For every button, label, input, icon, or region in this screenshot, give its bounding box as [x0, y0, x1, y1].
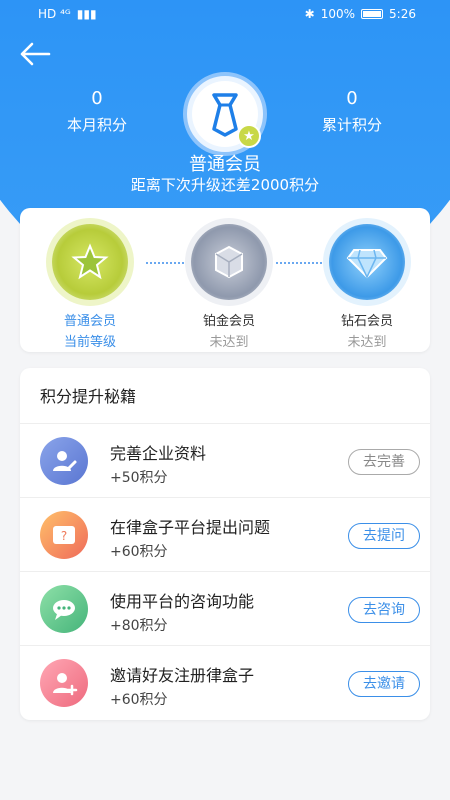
tasks-title: 积分提升秘籍 — [20, 368, 430, 424]
month-points-label: 本月积分 — [66, 116, 127, 134]
total-points-value: 0 — [346, 88, 358, 109]
task-title: 使用平台的咨询功能 — [110, 592, 255, 611]
month-points-value: 0 — [91, 88, 103, 109]
status-bar: HD ⁴ᴳ ▮▮▮ ✱ 100% 5:26 — [0, 0, 450, 28]
task-invite-friend: 邀请好友注册律盒子 +60积分 去邀请 — [20, 646, 430, 720]
platinum-gem-medal-icon — [191, 224, 267, 300]
diamond-medal-icon — [329, 224, 405, 300]
level-name: 钻石会员 — [340, 314, 393, 329]
invite-user-icon — [40, 659, 88, 707]
task-title: 在律盒子平台提出问题 — [110, 518, 271, 537]
level-state: 当前等级 — [63, 335, 116, 350]
green-star-medal-icon — [52, 224, 128, 300]
task-points: +60积分 — [110, 544, 168, 560]
task-title: 邀请好友注册律盒子 — [110, 666, 255, 685]
star-badge-icon: ★ — [237, 124, 261, 148]
level-card: 普通会员 当前等级 铂金会员 未达到 钻石会员 未达到 — [20, 208, 430, 352]
level-name: 铂金会员 — [202, 314, 255, 329]
total-points: 0 累计积分 — [297, 88, 407, 135]
level-state: 未达到 — [347, 335, 387, 350]
tasks-card: 积分提升秘籍 完善企业资料 +50积分 去完善 ? 在律盒子平台提出问题 +60… — [20, 368, 430, 720]
member-level-title: 普通会员 — [189, 154, 261, 175]
back-arrow-icon[interactable] — [18, 40, 52, 68]
complete-profile-button[interactable]: 去完善 — [348, 449, 420, 475]
total-points-label: 累计积分 — [321, 116, 382, 134]
task-points: +60积分 — [110, 692, 168, 708]
bluetooth-icon: ✱ — [304, 7, 315, 21]
task-ask-question: ? 在律盒子平台提出问题 +60积分 去提问 — [20, 498, 430, 572]
svg-text:?: ? — [61, 529, 67, 543]
upgrade-hint: 距离下次升级还差2000积分 — [130, 176, 320, 194]
task-title: 完善企业资料 — [110, 444, 207, 463]
level-regular: 普通会员 当前等级 — [35, 224, 145, 350]
battery-icon — [361, 9, 384, 19]
consult-button[interactable]: 去咨询 — [348, 597, 420, 623]
level-platinum: 铂金会员 未达到 — [174, 224, 284, 350]
battery-percent: 100% — [320, 7, 356, 21]
task-consult: 使用平台的咨询功能 +80积分 去咨询 — [20, 572, 430, 646]
signal-icon: ▮▮▮ — [76, 7, 97, 21]
member-avatar: ★ — [183, 72, 267, 156]
level-name: 普通会员 — [63, 314, 116, 329]
clock: 5:26 — [389, 7, 416, 21]
ask-question-button[interactable]: 去提问 — [348, 523, 420, 549]
network-indicator: HD ⁴ᴳ — [38, 7, 71, 21]
level-state: 未达到 — [209, 335, 249, 350]
question-icon: ? — [40, 511, 88, 559]
level-diamond: 钻石会员 未达到 — [312, 224, 422, 350]
invite-button[interactable]: 去邀请 — [348, 671, 420, 697]
month-points: 0 本月积分 — [42, 88, 152, 135]
edit-user-icon — [40, 437, 88, 485]
task-points: +80积分 — [110, 618, 168, 634]
task-complete-profile: 完善企业资料 +50积分 去完善 — [20, 424, 430, 498]
tie-icon — [212, 93, 238, 137]
task-points: +50积分 — [110, 470, 168, 486]
chat-icon — [40, 585, 88, 633]
